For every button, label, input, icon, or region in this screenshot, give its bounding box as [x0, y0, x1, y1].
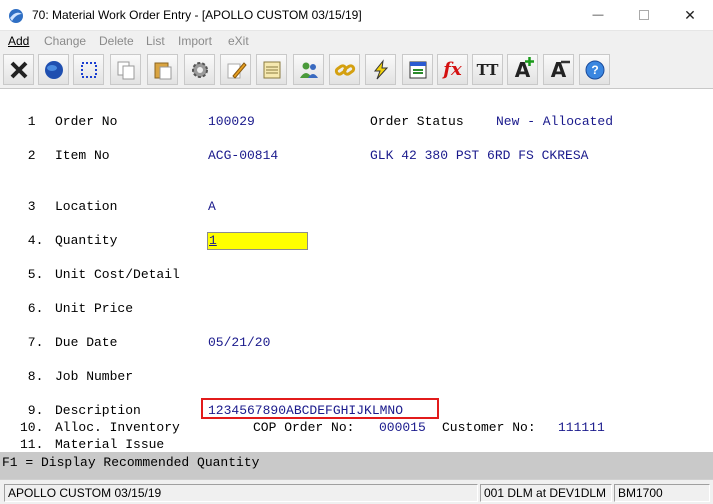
paste-icon [154, 62, 171, 79]
globe-icon [44, 60, 63, 79]
job-number-label: Job Number [55, 369, 134, 384]
maximize-icon [639, 10, 649, 20]
item-no-value[interactable]: ACG-00814 [208, 148, 278, 163]
close-icon: ✕ [684, 6, 696, 23]
app-icon [9, 9, 23, 23]
order-status-label: Order Status [370, 114, 464, 129]
maximize-button[interactable] [621, 0, 667, 30]
field-number: 1 [20, 114, 36, 129]
paste-button[interactable] [147, 54, 178, 85]
menu-bar: Add Change Delete List Import eXit [0, 31, 713, 51]
notes-icon [263, 61, 280, 78]
help-line: F1 = Display Recommended Quantity [0, 452, 713, 479]
users-icon [299, 62, 318, 78]
cop-order-value: 000015 [379, 420, 426, 435]
window-title: 70: Material Work Order Entry - [APOLLO … [32, 8, 362, 22]
location-value[interactable]: A [208, 199, 216, 214]
order-no-value[interactable]: 100029 [208, 114, 255, 129]
menu-add[interactable]: Add [8, 34, 29, 48]
toolbar: fx TT A A ? [0, 51, 713, 89]
status-session: 001 DLM at DEV1DLM [480, 484, 612, 502]
web-button[interactable] [38, 54, 69, 85]
select-button[interactable] [73, 54, 104, 85]
plus-icon [525, 57, 534, 66]
help-text: F1 = Display Recommended Quantity [2, 455, 260, 470]
field-number: 6. [20, 301, 44, 316]
copy-icon [117, 61, 134, 79]
field-number: 4. [20, 233, 44, 248]
edit-button[interactable] [220, 54, 251, 85]
function-icon: fx [443, 59, 462, 80]
unit-price-label: Unit Price [55, 301, 134, 316]
copy-button[interactable] [110, 54, 141, 85]
select-icon [80, 61, 97, 78]
settings-icon [191, 61, 208, 78]
description-highlight [201, 398, 439, 419]
title-bar: 70: Material Work Order Entry - [APOLLO … [0, 0, 713, 31]
help-button[interactable]: ? [579, 54, 610, 85]
link-icon [334, 63, 355, 76]
status-bar: APOLLO CUSTOM 03/15/19 001 DLM at DEV1DL… [0, 479, 713, 504]
lightning-button[interactable] [365, 54, 396, 85]
close-icon [10, 61, 27, 78]
field-number: 2 [20, 148, 36, 163]
screen-button[interactable] [402, 54, 433, 85]
field-number: 11. [20, 437, 44, 452]
field-number: 8. [20, 369, 44, 384]
status-company: APOLLO CUSTOM 03/15/19 [4, 484, 478, 502]
status-code: BM1700 [614, 484, 710, 502]
location-label: Location [55, 199, 118, 214]
function-button[interactable]: fx [437, 54, 468, 85]
minus-icon [561, 60, 570, 64]
order-status-value: New - Allocated [496, 114, 614, 129]
due-date-label: Due Date [55, 335, 118, 350]
minimize-icon: — [592, 9, 604, 21]
form-area: 1 Order No 100029 Order Status New - All… [0, 89, 713, 452]
font-increase-button[interactable]: A [507, 54, 538, 85]
item-no-label: Item No [55, 148, 110, 163]
menu-exit[interactable]: eXit [228, 34, 249, 48]
font-icon: TT [476, 60, 499, 79]
help-icon: ? [585, 60, 604, 79]
close-form-button[interactable] [3, 54, 34, 85]
quantity-label: Quantity [55, 233, 118, 248]
item-description: GLK 42 380 PST 6RD FS CKRESA [370, 148, 589, 163]
lightning-icon [373, 58, 388, 79]
field-number: 3 [20, 199, 36, 214]
order-no-label: Order No [55, 114, 118, 129]
users-button[interactable] [293, 54, 324, 85]
field-number: 7. [20, 335, 44, 350]
field-number: 5. [20, 267, 44, 282]
svg-text:?: ? [591, 63, 598, 77]
menu-import[interactable]: Import [178, 34, 212, 48]
quantity-value: 1 [209, 233, 217, 248]
menu-list[interactable]: List [146, 34, 165, 48]
description-label: Description [55, 403, 141, 418]
alloc-inventory-label: Alloc. Inventory [55, 420, 180, 435]
unit-cost-label: Unit Cost/Detail [55, 267, 180, 282]
edit-icon [227, 61, 247, 79]
menu-change[interactable]: Change [44, 34, 86, 48]
font-button[interactable]: TT [472, 54, 503, 85]
quantity-input[interactable]: 1 [207, 232, 308, 250]
due-date-value[interactable]: 05/21/20 [208, 335, 270, 350]
notes-button[interactable] [256, 54, 287, 85]
material-issue-label: Material Issue [55, 437, 165, 452]
minimize-button[interactable]: — [575, 0, 621, 30]
screen-icon [409, 61, 426, 78]
customer-label: Customer No: [442, 420, 536, 435]
cop-order-label: COP Order No: [253, 420, 355, 435]
field-number: 9. [20, 403, 44, 418]
close-window-button[interactable]: ✕ [667, 0, 713, 30]
menu-delete[interactable]: Delete [99, 34, 134, 48]
link-button[interactable] [329, 54, 360, 85]
field-number: 10. [20, 420, 44, 435]
settings-button[interactable] [184, 54, 215, 85]
customer-value: 111111 [558, 420, 605, 435]
font-decrease-button[interactable]: A [543, 54, 574, 85]
